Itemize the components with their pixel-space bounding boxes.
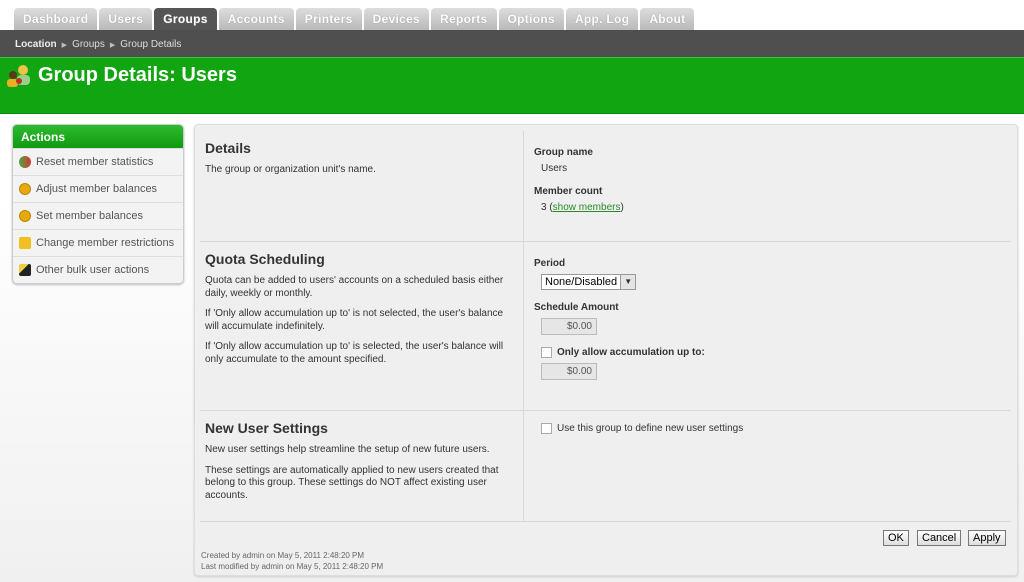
accumulation-amount-input[interactable]: $0.00 (541, 363, 597, 380)
new-user-settings-section: New User Settings New user settings help… (200, 411, 1011, 522)
action-label: Adjust member balances (36, 183, 158, 195)
action-adjust-member-balances[interactable]: Adjust member balances (13, 175, 183, 202)
coin-icon (19, 183, 31, 195)
page-banner: Group Details: Users (0, 57, 1024, 114)
reset-icon (19, 156, 31, 168)
breadcrumb-root: Location (15, 39, 57, 50)
audit-footer: Created by admin on May 5, 2011 2:48:20 … (201, 550, 383, 572)
accumulation-label: Only allow accumulation up to: (557, 347, 705, 358)
details-description: The group or organization unit's name. (205, 164, 376, 175)
new-user-settings-label: Use this group to define new user settin… (557, 423, 744, 434)
period-label: Period (534, 258, 566, 269)
action-label: Other bulk user actions (36, 264, 150, 276)
new-user-settings-checkbox[interactable] (541, 423, 552, 434)
padlock-icon (19, 237, 31, 249)
period-select[interactable]: None/Disabled ▼ (541, 274, 637, 290)
action-other-bulk-user-actions[interactable]: Other bulk user actions (13, 256, 183, 283)
dropdown-arrow-icon: ▼ (620, 275, 636, 289)
period-value: None/Disabled (545, 276, 618, 288)
quota-description: Quota can be added to users' accounts on… (205, 275, 504, 299)
tab-users[interactable]: Users (99, 8, 153, 30)
created-info: Created by admin on May 5, 2011 2:48:20 … (201, 551, 365, 560)
accumulation-checkbox[interactable] (541, 347, 552, 358)
action-set-member-balances[interactable]: Set member balances (13, 202, 183, 229)
group-details-form: Details The group or organization unit's … (194, 124, 1018, 576)
ok-button[interactable]: OK (883, 530, 909, 546)
main-nav-tabs: Dashboard Users Groups Accounts Printers… (14, 8, 695, 30)
action-change-member-restrictions[interactable]: Change member restrictions (13, 229, 183, 256)
group-users-icon (7, 65, 30, 87)
schedule-amount-input[interactable]: $0.00 (541, 318, 597, 335)
show-members-link[interactable]: show members (553, 202, 621, 213)
tab-dashboard[interactable]: Dashboard (14, 8, 98, 30)
group-name-value: Users (541, 163, 568, 174)
wand-icon (19, 264, 31, 276)
new-user-title: New User Settings (205, 420, 328, 436)
action-label: Set member balances (36, 210, 143, 222)
tab-groups[interactable]: Groups (154, 8, 217, 30)
tab-app-log[interactable]: App. Log (565, 8, 639, 30)
action-label: Reset member statistics (36, 156, 154, 168)
tab-printers[interactable]: Printers (295, 8, 362, 30)
details-section: Details The group or organization unit's … (200, 131, 1011, 242)
details-title: Details (205, 140, 251, 156)
actions-panel: Actions Reset member statistics Adjust m… (12, 124, 184, 284)
coin-icon (19, 210, 31, 222)
tab-options[interactable]: Options (498, 8, 564, 30)
quota-scheduling-section: Quota Scheduling Quota can be added to u… (200, 242, 1011, 411)
member-count-label: Member count (534, 186, 603, 197)
tab-about[interactable]: About (640, 8, 695, 30)
quota-title: Quota Scheduling (205, 251, 325, 267)
breadcrumb-arrow-icon: ▶ (61, 42, 68, 49)
tab-devices[interactable]: Devices (363, 8, 430, 30)
group-name-label: Group name (534, 147, 593, 158)
action-label: Change member restrictions (36, 237, 175, 249)
schedule-amount-label: Schedule Amount (534, 302, 619, 313)
tab-reports[interactable]: Reports (431, 8, 497, 30)
modified-info: Last modified by admin on May 5, 2011 2:… (201, 562, 384, 571)
breadcrumb: Location ▶ Groups ▶ Group Details (0, 30, 1024, 57)
tab-accounts[interactable]: Accounts (218, 8, 294, 30)
actions-title: Actions (13, 125, 183, 148)
breadcrumb-groups[interactable]: Groups (72, 39, 105, 50)
new-user-description: New user settings help streamline the se… (205, 444, 490, 455)
apply-button[interactable]: Apply (968, 530, 1006, 546)
breadcrumb-arrow-icon: ▶ (109, 42, 116, 49)
member-count-value: 3 (541, 202, 547, 213)
page-title: Group Details: Users (38, 64, 237, 86)
quota-description: If 'Only allow accumulation up to' is no… (205, 308, 504, 332)
new-user-description: These settings are automatically applied… (205, 464, 499, 501)
quota-description: If 'Only allow accumulation up to' is se… (205, 341, 504, 365)
breadcrumb-group-details: Group Details (120, 39, 182, 50)
action-reset-member-statistics[interactable]: Reset member statistics (13, 148, 183, 175)
cancel-button[interactable]: Cancel (917, 530, 962, 546)
